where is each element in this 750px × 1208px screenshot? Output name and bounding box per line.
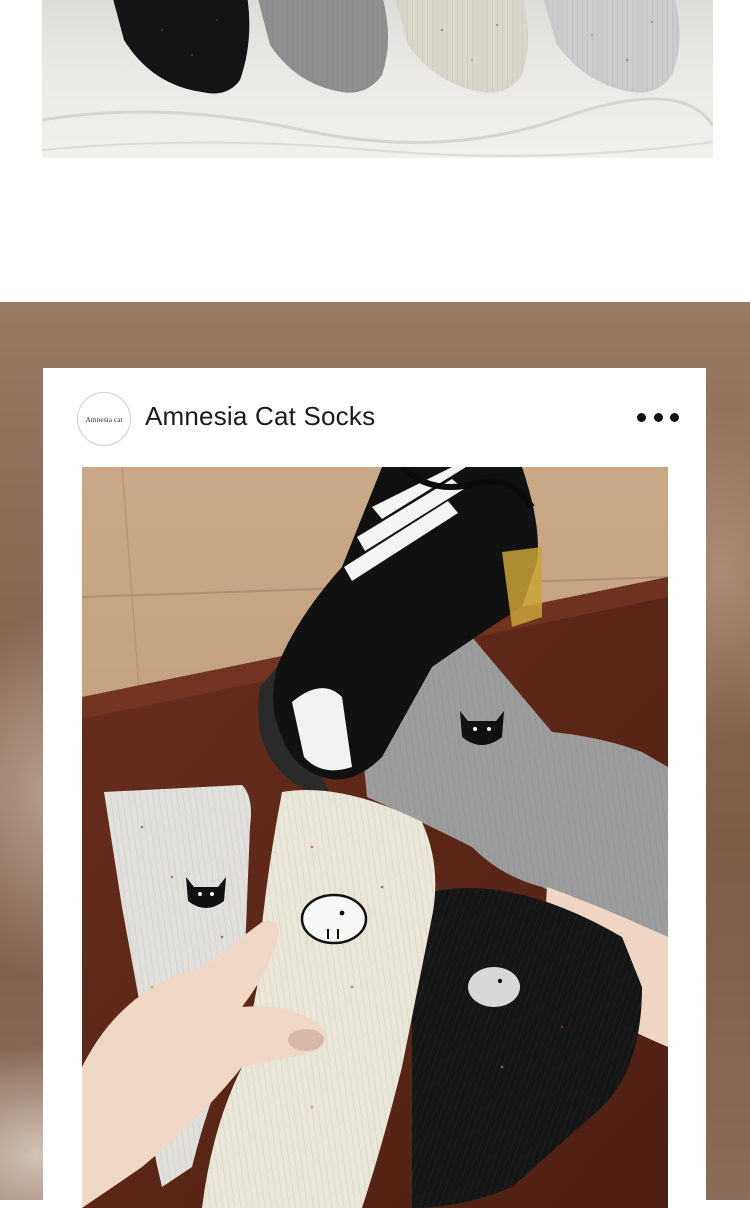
account-avatar[interactable]: Amnesia cat — [77, 392, 131, 446]
account-name[interactable]: Amnesia Cat Socks — [145, 401, 375, 432]
more-horizontal-icon — [637, 412, 646, 422]
socks-lineup-illustration — [42, 0, 713, 157]
avatar-text: Amnesia cat — [85, 414, 123, 424]
more-horizontal-icon — [653, 412, 663, 422]
post-card: Amnesia cat Amnesia Cat Socks — [43, 368, 706, 1208]
more-horizontal-icon — [670, 412, 679, 422]
more-options-button[interactable] — [637, 406, 679, 428]
product-photo-top — [42, 0, 713, 158]
post-photo — [82, 467, 668, 1208]
socks-with-sneaker-illustration — [82, 467, 668, 1208]
post-header: Amnesia cat Amnesia Cat Socks — [43, 368, 706, 467]
